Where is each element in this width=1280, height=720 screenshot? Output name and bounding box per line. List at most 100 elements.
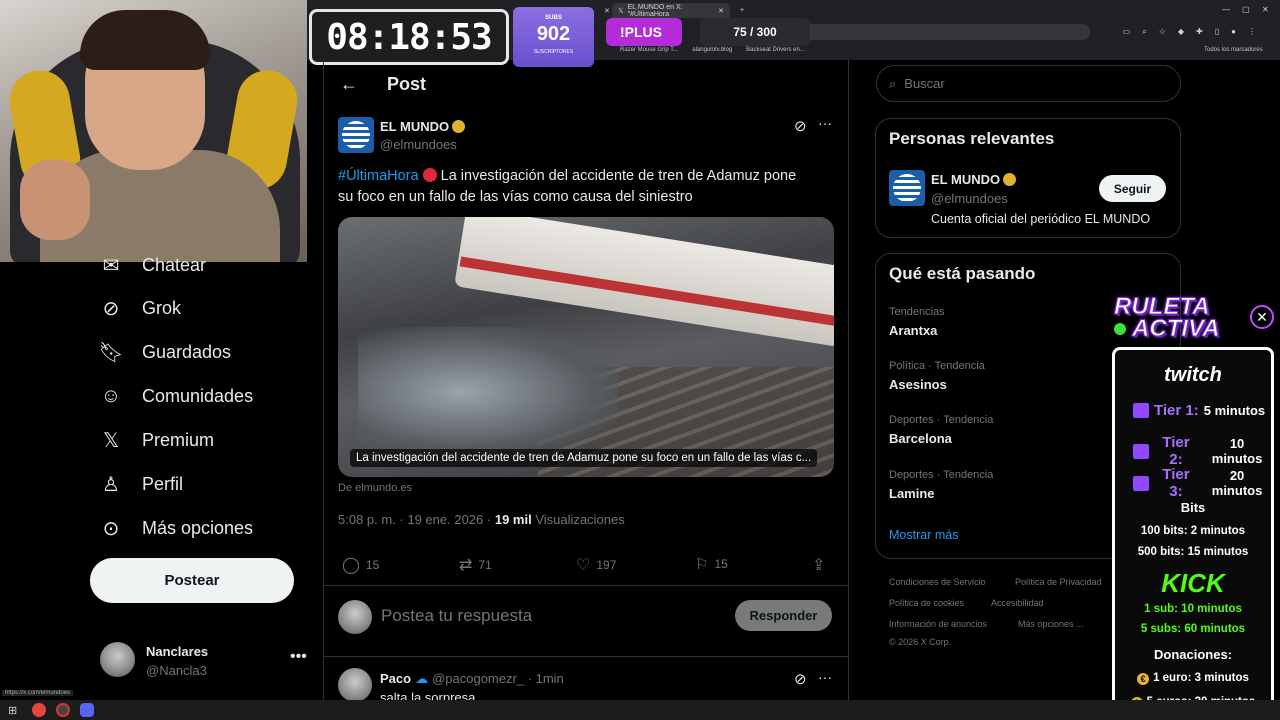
hashtag-link[interactable]: #ÚltimaHora [338, 168, 419, 184]
address-bar[interactable] [790, 24, 1090, 40]
footer-link[interactable]: Política de Privacidad [1015, 577, 1102, 587]
new-tab-button[interactable]: + [734, 3, 750, 18]
more-circle-icon: ⊙ [102, 517, 120, 540]
windows-start-icon[interactable]: ⊞ [8, 704, 17, 717]
show-more-link[interactable]: Mostrar más [889, 528, 958, 542]
bookmark-action[interactable]: ⚐ 15 [695, 555, 728, 573]
footer-link[interactable]: Información de anuncios [889, 619, 987, 629]
euro-coin-icon: € [1137, 673, 1150, 685]
nav-mas-opciones[interactable]: ⊙ Más opciones [100, 517, 253, 540]
reply-button[interactable]: Responder [735, 600, 832, 631]
repost-action[interactable]: ⇄ 71 [459, 555, 492, 575]
twitch-logo: twitch [1164, 364, 1222, 386]
link-source[interactable]: De elmundo.es [338, 482, 412, 494]
reply-input[interactable] [381, 604, 721, 628]
chrome-icon[interactable] [32, 703, 46, 717]
reply-icon: ◯ [342, 557, 360, 574]
post-image[interactable]: La investigación del accidente de tren d… [338, 217, 834, 477]
webcam-feed [0, 0, 307, 262]
zoom-icon[interactable]: ⌕ [1142, 27, 1146, 37]
share-icon[interactable]: ⇪ [812, 555, 825, 575]
avatar [338, 668, 372, 702]
footer-link[interactable]: Condiciones de Servicio [889, 577, 986, 587]
tier-row: Tier 3: 20 minutos [1133, 466, 1271, 500]
sidebar-icon[interactable]: ▯ [1215, 27, 1219, 37]
sub-goal: 75 / 300 [700, 18, 810, 46]
nav-grok[interactable]: ⊘ Grok [100, 297, 181, 320]
status-url: https://x.com/elmundoes [2, 690, 74, 696]
cast-icon[interactable]: ▭ [1123, 27, 1131, 37]
reply-action[interactable]: ◯ 15 [342, 555, 379, 575]
relevant-name[interactable]: EL MUNDO [931, 172, 1017, 187]
kick-line: 1 sub: 10 minutos [1144, 603, 1242, 615]
grok-icon[interactable]: ⊘ [794, 117, 807, 135]
extension-icon[interactable]: ◆ [1178, 27, 1184, 37]
browser-tab[interactable]: 𝕏 EL MUNDO en X: "#ÚltimaHora ✕ [612, 3, 730, 18]
x-icon: 𝕏 [102, 429, 120, 452]
like-action[interactable]: ♡ 197 [576, 555, 616, 575]
author-handle[interactable]: @elmundoes [380, 137, 457, 152]
twitch-icon [1133, 403, 1149, 418]
footer-link[interactable]: Más opciones ... [1018, 619, 1084, 629]
discord-icon[interactable] [80, 703, 94, 717]
follow-button[interactable]: Seguir [1099, 175, 1166, 202]
maximize-icon[interactable]: ▢ [1242, 5, 1250, 14]
nav-perfil[interactable]: ♙ Perfil [100, 473, 183, 496]
stream-timer: 08:18:53 [309, 9, 509, 65]
bits-line: 500 bits: 15 minutos [1137, 546, 1249, 558]
tier-row: Tier 2: 10 minutos [1133, 434, 1271, 468]
more-icon[interactable]: ··· [818, 669, 832, 685]
menu-icon[interactable]: ⋮ [1248, 27, 1256, 37]
avatar [338, 600, 372, 634]
bits-title: Bits [1180, 500, 1206, 515]
search-input[interactable]: ⌕ Buscar [876, 65, 1181, 102]
close-tab-icon[interactable]: ✕ [598, 3, 616, 18]
grok-icon[interactable]: ⊘ [794, 670, 807, 688]
footer-link[interactable]: Accesibilidad [991, 598, 1044, 608]
more-icon[interactable]: ••• [290, 648, 307, 666]
trend-item[interactable]: Deportes · Tendencia Barcelona [889, 414, 993, 446]
nav-premium[interactable]: 𝕏 Premium [100, 429, 214, 452]
close-icon: ✕ [1250, 305, 1274, 329]
trend-item[interactable]: Tendencias Arantxa [889, 306, 945, 338]
nav-guardados[interactable]: 🔖︎ Guardados [98, 341, 231, 364]
trend-item[interactable]: Política · Tendencia Asesinos [889, 360, 985, 392]
live-dot-icon [1114, 323, 1126, 335]
star-icon[interactable]: ☆ [1159, 27, 1166, 37]
account-switcher[interactable]: Nanclares @Nancla3 ••• [100, 642, 310, 682]
bookmark-item[interactable]: Razer Mouse Grip T... [620, 47, 678, 53]
bookmark-item[interactable]: alangulotv.blog [692, 47, 732, 53]
heart-icon: ♡ [576, 557, 591, 574]
nav-comunidades[interactable]: ☺ Comunidades [100, 385, 253, 407]
profile-name: Nanclares [146, 644, 209, 659]
relevant-bio: Cuenta oficial del periódico EL MUNDO [931, 212, 1151, 226]
author-avatar[interactable] [889, 170, 925, 206]
all-bookmarks[interactable]: Todos los marcadores [1204, 44, 1263, 56]
tab-title: EL MUNDO en X: "#ÚltimaHora [627, 3, 683, 18]
obs-icon[interactable] [56, 703, 70, 717]
puzzle-icon[interactable]: ✚ [1196, 27, 1203, 37]
section-title: Qué está pasando [889, 264, 1036, 283]
minimize-icon[interactable]: — [1222, 5, 1230, 14]
red-circle-icon [422, 168, 437, 182]
kick-line: 5 subs: 60 minutos [1140, 623, 1246, 635]
nav-chatear[interactable]: ✉ Chatear [100, 254, 206, 277]
verified-badge-icon [1003, 173, 1017, 186]
author-name[interactable]: EL MUNDO [380, 119, 466, 134]
profile-icon[interactable]: ● [1231, 27, 1236, 37]
profile-handle: @Nancla3 [146, 663, 207, 678]
post-button[interactable]: Postear [90, 558, 294, 603]
roulette-panel: twitch Tier 1: 5 minutos Tier 2: 10 minuto… [1112, 347, 1274, 717]
back-arrow-icon[interactable]: ← [340, 74, 358, 95]
relevant-handle[interactable]: @elmundoes [931, 191, 1008, 206]
trend-item[interactable]: Deportes · Tendencia Lamine [889, 469, 993, 501]
bookmark-item[interactable]: Backseat Drivers en... [746, 47, 805, 53]
roulette-title: RULETA ACTIVA ✕ [1112, 293, 1276, 343]
footer-link[interactable]: Política de cookies [889, 598, 964, 608]
close-window-icon[interactable]: ✕ [1262, 5, 1269, 14]
author-avatar[interactable] [338, 117, 374, 153]
close-tab-icon[interactable]: ✕ [718, 7, 724, 15]
communities-icon: ☺ [100, 384, 122, 407]
more-icon[interactable]: ··· [818, 115, 832, 131]
x-favicon-icon: 𝕏 [618, 7, 624, 15]
